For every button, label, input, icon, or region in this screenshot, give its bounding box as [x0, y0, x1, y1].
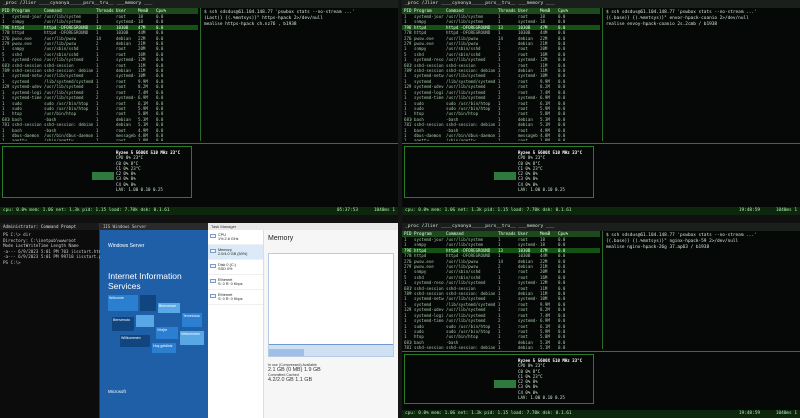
process-cell: 1.8M — [138, 138, 148, 141]
tile: Benvenuto — [112, 317, 134, 331]
process-cell: 1 — [498, 138, 501, 141]
process-cell: debian — [518, 345, 533, 349]
windows-server-logo: Windows Server — [108, 243, 145, 249]
perf-item-ethernet[interactable]: Ethernet S: 0 R: 0 Kbps — [208, 275, 263, 290]
process-cell: root — [116, 138, 126, 141]
htop-pane[interactable]: PID Program Command Threads User MemB Cp… — [0, 8, 198, 141]
cmd-output[interactable]: PS C:\> dir Directory: C:\inetpub\wwwroo… — [0, 230, 106, 268]
process-cell: 5.1M — [540, 345, 550, 349]
tile: Tervetuloa — [182, 313, 202, 327]
process-list[interactable]: 1systemd-journal/usr/lib/system1root180.… — [0, 14, 198, 141]
network-graph-icon — [210, 279, 216, 283]
tile — [140, 295, 156, 311]
tmux-header: _proc /Jlier ____cynonya_____psrx__tru__… — [402, 223, 800, 231]
tmux-window-bottom-right[interactable]: _proc /Jlier ____cynonya_____psrx__tru__… — [402, 223, 800, 418]
perf-main: Memory In use (Compressed) Available 2.1… — [266, 235, 396, 415]
tile: Hoş geldiniz — [152, 343, 176, 353]
process-row[interactable]: 1 agetty/sbin/agetty 1 root 1.8M 0.0 — [0, 138, 198, 141]
system-monitor: Ryzen 5 5600X 510 MHz 23°C CPU 0% 23°C C0… — [402, 143, 800, 203]
tmux-window-top-left[interactable]: _proc /Jlier ____cynonya_____psrx__tru__… — [0, 0, 398, 215]
process-list[interactable]: 1systemd-journal/usr/lib/system1root180.… — [402, 237, 600, 349]
tmux-header: _proc /Jlier ____cynonya_____psrx__tru__… — [402, 0, 800, 8]
process-cell: 0.0 — [558, 138, 566, 141]
tile: Velkommen — [180, 331, 204, 345]
process-cell: 1.8M — [540, 138, 550, 141]
process-cell: 1 — [404, 138, 407, 141]
tmux-window-top-right[interactable]: _proc /Jlier ____cynonya_____psrx__tru__… — [402, 0, 800, 215]
memory-composition-fill — [269, 348, 304, 356]
perf-item-ethernet[interactable]: Ethernet S: 0 R: 0 Kbps — [208, 290, 263, 305]
tile-welcome: Welcome — [108, 295, 138, 311]
microsoft-label: Microsoft — [108, 389, 126, 394]
task-manager-window[interactable]: Task Manager CPU 1% 2.6 GHz Memory 2.0/4.0… — [208, 223, 398, 418]
tile: Willkommen — [120, 335, 150, 347]
memory-stats: In use (Compressed) Available 2.1 GB (0 … — [268, 363, 321, 383]
activity-indicator — [92, 172, 114, 180]
tmux-status-bar: cpu: 0.0% mem: 1.0G net: 1.3k pid: 1.15 … — [402, 410, 800, 418]
disk-graph-icon — [210, 264, 216, 268]
ssh-terminal[interactable]: $ ssh sdsdus@61.104.148.77 'pswbox stats… — [602, 231, 800, 349]
tmux-status-bar: cpu: 0.0% mem: 1.0G net: 1.3k pid: 1.15 … — [0, 207, 398, 215]
tile: Vítejte — [156, 327, 178, 339]
process-cell: /sbin/agetty — [44, 138, 74, 141]
perf-item-memory[interactable]: Memory 2.0/4.0 GB (50%) — [208, 245, 263, 260]
tile — [136, 315, 154, 327]
cpu-graph-icon — [210, 234, 216, 238]
process-cell: sshd-session — [414, 345, 444, 349]
command-prompt-window[interactable]: Administrator: Command Prompt PS C:\> di… — [0, 223, 106, 418]
memory-graph-icon — [210, 249, 216, 253]
htop-pane[interactable]: PID Program Command Threads User MemB Cpu% 1 sy… — [402, 8, 600, 141]
browser-tab[interactable]: IIS Windows Server — [100, 223, 208, 230]
ssh-terminal[interactable]: $ ssh sdsdus@61.104.148.77 'pswbox stats… — [602, 8, 800, 141]
perf-item-disk[interactable]: Disk 0 (C:) SSD 0% — [208, 260, 263, 275]
activity-indicator — [494, 380, 516, 388]
system-monitor: Ryzen 5 5600X 510 MHz 23°C CPU 0% 23°C C0… — [0, 143, 398, 203]
network-graph-icon — [210, 294, 216, 298]
perf-sidebar[interactable]: CPU 1% 2.6 GHz Memory 2.0/4.0 GB (50%) Dis… — [208, 230, 264, 418]
process-cell: sshd-session: debian — [446, 345, 496, 349]
process-cell: agetty — [414, 138, 429, 141]
cpu-panel: Ryzen 5 5600X 510 MHz 23°C CPU 0% 23°C C0… — [518, 358, 583, 401]
perf-item-cpu[interactable]: CPU 1% 2.6 GHz — [208, 230, 263, 245]
tmux-header: _proc /Jlier ____cynonya_____psrx__tru__… — [0, 0, 398, 8]
cmd-title: Administrator: Command Prompt — [0, 223, 99, 230]
process-row[interactable]: 1 agetty/sbin/agetty 1 root 1.8M 0.0 — [402, 138, 600, 141]
process-cell: agetty — [12, 138, 27, 141]
windows-desktop[interactable]: Administrator: Command Prompt PS C:\> di… — [0, 223, 398, 418]
activity-indicator — [494, 172, 516, 180]
process-cell: 1 — [498, 345, 501, 349]
iis-browser-window[interactable]: IIS Windows Server Windows Server Intern… — [100, 223, 208, 418]
tile: Bienvenue — [158, 303, 180, 313]
process-row[interactable]: 7817sshd-sessionsshd-session: debian1 deb… — [402, 345, 600, 349]
system-monitor: Ryzen 5 5600X 510 MHz 23°C CPU 0% 23°C C0… — [402, 351, 800, 409]
ssh-terminal[interactable]: $ ssh sdsdus@61.104.148.77 'pswbox stats… — [200, 8, 398, 141]
taskmgr-title: Task Manager — [208, 223, 398, 230]
process-cell: 1 — [2, 138, 5, 141]
htop-pane[interactable]: PID Program Command Threads User MemB Cpu% 1 sy… — [402, 231, 600, 349]
process-cell: root — [518, 138, 528, 141]
cpu-panel: Ryzen 5 5600X 510 MHz 23°C CPU 0% 23°C C0… — [116, 150, 181, 193]
process-cell: 0.0 — [156, 138, 164, 141]
process-list[interactable]: 1systemd-journal/usr/lib/system1root180.… — [402, 14, 600, 141]
process-cell: /sbin/agetty — [446, 138, 476, 141]
perf-title: Memory — [268, 235, 294, 242]
memory-usage-graph — [268, 253, 394, 357]
tmux-status-bar: cpu: 0.0% mem: 1.0G net: 1.3k pid: 1.15 … — [402, 207, 800, 215]
process-cell: 0.0 — [558, 345, 566, 349]
process-cell: 1 — [96, 138, 99, 141]
iis-title: Internet Information Services — [108, 271, 182, 291]
process-cell: 7817 — [404, 345, 412, 349]
cpu-panel: Ryzen 5 5600X 510 MHz 23°C CPU 0% 23°C C0… — [518, 150, 583, 193]
